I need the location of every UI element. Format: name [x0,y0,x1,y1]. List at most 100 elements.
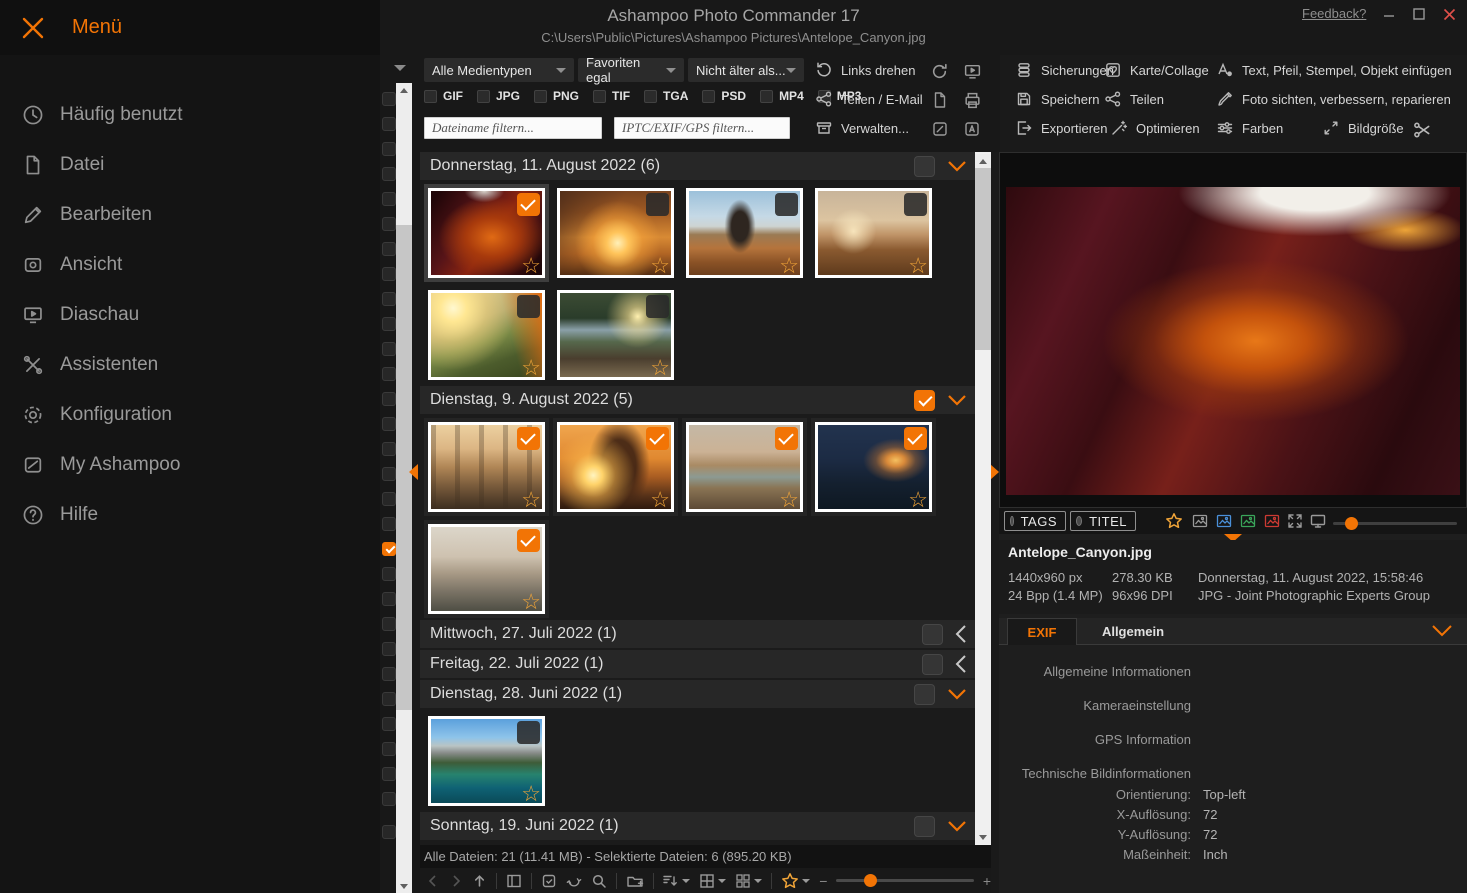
pdf-icon[interactable] [963,120,981,138]
select-checkbox-badge[interactable] [646,193,669,216]
new-document-icon[interactable] [931,91,949,109]
tags-toggle-button[interactable]: TAGS [1004,511,1066,531]
favorite-star-icon[interactable] [908,489,928,511]
scroll-down-arrow[interactable] [396,879,412,893]
feedback-link[interactable]: Feedback? [1302,6,1366,21]
optimize-button[interactable]: Optimieren [1110,119,1200,137]
thumbnail-cell-selected[interactable] [424,520,549,618]
thumbnail-cell-selected[interactable] [553,418,678,516]
close-menu-icon[interactable] [22,17,44,39]
compare-image-blue-icon[interactable] [1216,513,1232,529]
group-select-checkbox[interactable] [914,816,935,837]
filmstrip-checkbox[interactable] [382,367,396,381]
filmstrip-checkbox[interactable] [382,117,396,131]
group-select-checkbox[interactable] [914,684,935,705]
select-checkbox-badge[interactable] [646,295,669,318]
exif-section[interactable]: Kameraeinstellung [999,698,1467,713]
filmstrip-checkbox[interactable] [382,467,396,481]
thumbnail-cell[interactable] [424,712,549,810]
date-group-header[interactable]: Donnerstag, 11. August 2022 (6) [420,152,975,180]
compare-image-green-icon[interactable] [1240,513,1256,529]
group-select-checkbox[interactable] [922,654,943,675]
thumbnail-cell-selected[interactable] [811,418,936,516]
format-checkbox-psd[interactable]: PSD [702,89,746,103]
slider-knob[interactable] [864,874,877,887]
selected-check-badge[interactable] [517,193,540,216]
thumbnail-cell[interactable] [811,184,936,282]
colors-button[interactable]: Farben [1216,119,1283,137]
filmstrip-checkbox[interactable] [382,825,396,839]
filmstrip-checkbox[interactable] [382,417,396,431]
filmstrip-checkbox[interactable] [382,267,396,281]
filmstrip-checkbox[interactable] [382,667,396,681]
favorite-star-icon[interactable] [779,489,799,511]
selected-check-badge[interactable] [646,427,669,450]
favorite-star-icon[interactable] [521,591,541,613]
share-button[interactable]: Teilen [1104,90,1164,108]
save-button[interactable]: Speichern [1015,90,1100,108]
thumbnail-florence-bridge[interactable] [686,422,803,512]
format-checkbox-tif[interactable]: TIF [593,89,630,103]
thumbnail-manarola-night[interactable] [815,422,932,512]
filmstrip-scrollbar[interactable] [396,83,412,893]
filmstrip-checkbox[interactable] [382,592,396,606]
favorite-star-icon[interactable] [521,357,541,379]
date-group-header[interactable]: Mittwoch, 27. Juli 2022 (1) [420,620,975,648]
tab-exif[interactable]: EXIF [1007,618,1077,645]
expand-group-icon[interactable] [955,654,967,674]
next-icon[interactable] [449,874,463,888]
favorite-star-icon[interactable] [1165,512,1183,530]
favorite-star-icon[interactable] [650,489,670,511]
format-checkbox-gif[interactable]: GIF [424,89,463,103]
minimize-button[interactable] [1381,6,1397,22]
zoom-in-icon[interactable] [983,873,991,889]
thumbnail-hiker[interactable] [686,188,803,278]
filmstrip-checkbox[interactable] [382,392,396,406]
favorite-star-icon[interactable] [521,783,541,805]
thumbnail-cell-selected[interactable] [682,418,807,516]
sidebar-item-konfiguration[interactable]: Konfiguration [0,390,380,440]
exif-section[interactable]: Allgemeine Informationen [999,664,1467,679]
select-checkbox-badge[interactable] [517,295,540,318]
sidebar-item-datei[interactable]: Datei [0,140,380,190]
browser-scrollbar[interactable] [975,152,991,845]
filmstrip-checkbox[interactable] [382,792,396,806]
favorite-star-icon[interactable] [650,357,670,379]
filmstrip-checkbox[interactable] [382,242,396,256]
filmstrip-checkbox[interactable] [382,217,396,231]
scroll-down-arrow[interactable] [975,830,991,844]
format-checkbox-mp4[interactable]: MP4 [760,89,804,103]
selected-check-badge[interactable] [517,427,540,450]
search-icon[interactable] [591,873,607,889]
favorite-star-icon[interactable] [908,255,928,277]
select-checkbox-badge[interactable] [904,193,927,216]
sidebar-item-hilfe[interactable]: Hilfe [0,490,380,540]
sidebar-item-assistenten[interactable]: Assistenten [0,340,380,390]
format-checkbox-png[interactable]: PNG [534,89,579,103]
backups-button[interactable]: Sicherungen [1015,61,1114,79]
zoom-out-icon[interactable] [819,873,827,889]
share-email-button[interactable]: Teilen / E-Mail [815,90,923,108]
filmstrip-checkbox[interactable] [382,92,396,106]
filmstrip-checkbox[interactable] [382,442,396,456]
tab-allgemein[interactable]: Allgemein [1085,618,1181,645]
format-checkbox-tga[interactable]: TGA [644,89,688,103]
sidebar-item-diaschau[interactable]: Diaschau [0,290,380,340]
preview-zoom-slider[interactable] [1333,522,1457,525]
group-select-checkbox[interactable] [922,624,943,645]
filmstrip-checkbox[interactable] [382,742,396,756]
favorite-star-icon[interactable] [521,255,541,277]
favorite-star-icon[interactable] [521,489,541,511]
filmstrip-checkbox[interactable] [382,342,396,356]
view-tiles-icon[interactable] [735,873,762,889]
prev-icon[interactable] [426,874,440,888]
collapse-group-icon[interactable] [947,160,967,172]
date-group-header[interactable]: Dienstag, 9. August 2022 (5) [420,386,975,414]
date-group-header[interactable]: Sonntag, 19. Juni 2022 (1) [420,812,975,840]
collapse-left-panel-handle[interactable] [409,464,418,480]
select-checkbox-badge[interactable] [775,193,798,216]
panel-layout-icon[interactable] [506,873,522,889]
select-mode-icon[interactable] [541,873,557,889]
filmstrip-checkbox[interactable] [382,642,396,656]
preview-image-antelope-canyon[interactable] [1006,187,1460,495]
